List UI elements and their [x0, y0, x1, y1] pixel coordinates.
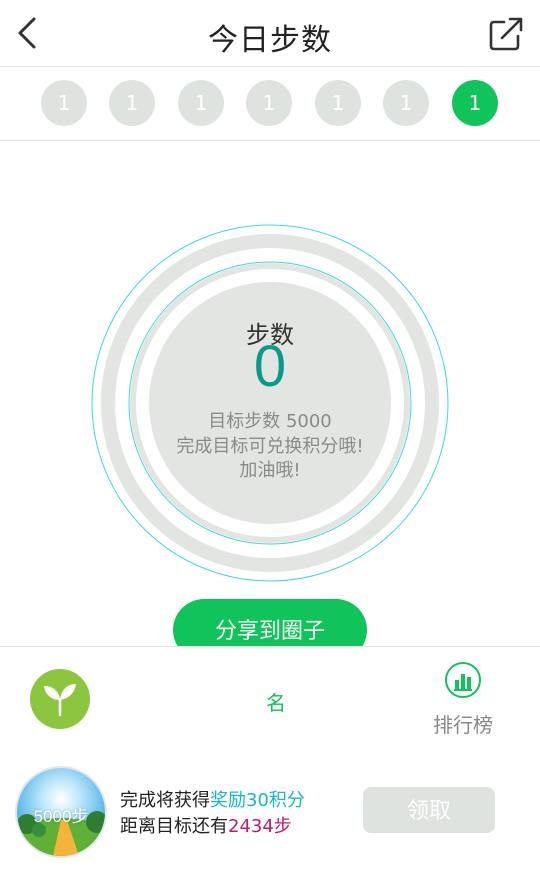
cheer-text: 加油哦! [239, 460, 301, 481]
rank-text: 名 [266, 691, 286, 715]
day-circle[interactable]: 1 [315, 80, 361, 126]
day-circle-active[interactable]: 1 [452, 80, 498, 126]
page-title: 今日步数 [208, 23, 332, 58]
hint-text: 完成目标可兑换积分哦! [176, 436, 364, 457]
day-selector: 1 1 1 1 1 1 1 [0, 66, 540, 141]
bar-chart-icon [445, 662, 481, 698]
step-progress-ring: 步数 0 目标步数 5000 完成目标可兑换积分哦! 加油哦! [90, 223, 450, 583]
header: 今日步数 [0, 0, 540, 67]
claim-button[interactable]: 领取 [363, 787, 495, 833]
leaderboard-label: 排行榜 [433, 713, 493, 737]
day-circle[interactable]: 1 [178, 80, 224, 126]
goal-text: 目标步数 5000 [208, 411, 332, 432]
ring-graphic [91, 224, 449, 582]
badge-label: 5000步 [33, 807, 89, 826]
day-circle[interactable]: 1 [41, 80, 87, 126]
reward-line-points: 完成将获得奖励30积分 [120, 786, 305, 812]
reward-prefix: 完成将获得 [120, 790, 210, 811]
reward-line-distance: 距离目标还有2434步 [120, 812, 292, 838]
steps-value: 0 [253, 334, 287, 399]
share-button[interactable] [486, 14, 526, 54]
reward-points: 奖励30积分 [210, 790, 305, 811]
external-share-icon [489, 17, 523, 51]
distance-prefix: 距离目标还有 [120, 816, 228, 837]
rank-toolbar: 名 排行榜 [0, 646, 540, 752]
distance-remaining: 2434步 [228, 816, 292, 837]
day-circle[interactable]: 1 [383, 80, 429, 126]
reward-panel: 5000步 完成将获得奖励30积分 距离目标还有2434步 领取 [0, 751, 540, 870]
sprout-avatar[interactable] [30, 669, 90, 729]
reward-badge-image: 5000步 [15, 766, 107, 858]
day-circle[interactable]: 1 [246, 80, 292, 126]
sprout-icon [44, 684, 76, 717]
day-circle[interactable]: 1 [109, 80, 155, 126]
leaderboard-button[interactable]: 排行榜 [420, 661, 506, 741]
